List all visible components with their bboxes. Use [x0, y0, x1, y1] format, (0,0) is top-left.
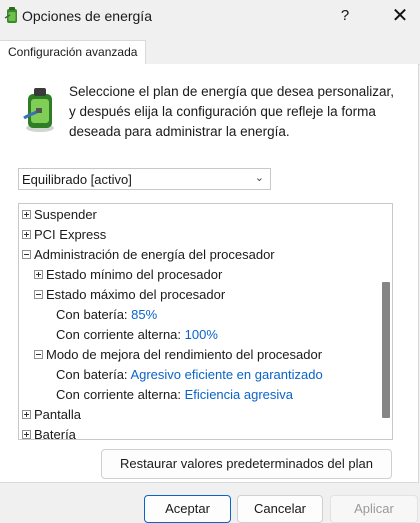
tree-item-label: Suspender	[34, 207, 97, 222]
power-plan-dropdown[interactable]: Equilibrado [activo] ⌄	[18, 168, 271, 190]
setting-value-link[interactable]: Eficiencia agresiva	[185, 387, 293, 402]
collapse-icon[interactable]	[34, 350, 43, 360]
tree-item-label: Modo de mejora del rendimiento del proce…	[46, 347, 323, 362]
tree-item-label: Estado mínimo del procesador	[46, 267, 223, 282]
tab-advanced-settings[interactable]: Configuración avanzada	[0, 40, 147, 66]
expand-icon[interactable]	[22, 430, 31, 439]
tree-item-max-state-on-battery[interactable]: Con batería: 85%	[56, 305, 157, 325]
tree-item-max-processor-state[interactable]: Estado máximo del procesador	[34, 285, 225, 305]
chevron-down-icon: ⌄	[254, 172, 264, 184]
tree-item-label: PCI Express	[34, 227, 107, 242]
tree-item-label: Administración de energía del procesador	[34, 247, 275, 262]
tree-item-performance-boost-mode[interactable]: Modo de mejora del rendimiento del proce…	[34, 345, 322, 365]
vertical-scrollbar[interactable]	[381, 205, 391, 438]
battery-plug-icon	[4, 7, 17, 23]
expand-icon[interactable]	[22, 210, 31, 220]
apply-button[interactable]: Aplicar	[330, 495, 418, 523]
power-options-dialog: Opciones de energía ? ✕ Configuración av…	[0, 0, 420, 523]
tree-item-label: Pantalla	[34, 407, 81, 422]
collapse-icon[interactable]	[22, 250, 31, 260]
expand-icon[interactable]	[22, 410, 31, 420]
tree-item-label: Con corriente alterna:	[56, 387, 182, 402]
tree-item-battery[interactable]: Batería	[22, 425, 76, 440]
restore-defaults-button[interactable]: Restaurar valores predeterminados del pl…	[101, 449, 392, 479]
setting-value-link[interactable]: Agresivo eficiente en garantizado	[130, 367, 322, 382]
tree-item-label: Con batería:	[56, 307, 128, 322]
tree-item-max-state-plugged-in[interactable]: Con corriente alterna: 100%	[56, 325, 218, 345]
tree-item-label: Batería	[34, 427, 76, 440]
collapse-icon[interactable]	[34, 290, 43, 300]
tab-strip: Configuración avanzada	[0, 40, 420, 66]
close-button[interactable]: ✕	[380, 0, 420, 32]
setting-value-link[interactable]: 85%	[131, 307, 157, 322]
settings-panel: Seleccione el plan de energía que desea …	[0, 64, 419, 483]
settings-tree[interactable]: Suspender PCI Express Administración de …	[18, 203, 393, 440]
tree-item-label: Estado máximo del procesador	[46, 287, 226, 302]
accept-button[interactable]: Aceptar	[144, 495, 231, 523]
tree-item-label: Con corriente alterna:	[56, 327, 182, 342]
tree-item-pci-express[interactable]: PCI Express	[22, 225, 106, 245]
expand-icon[interactable]	[22, 230, 31, 240]
tree-item-label: Con batería:	[56, 367, 128, 382]
battery-plug-icon	[23, 88, 54, 132]
intro-description: Seleccione el plan de energía que desea …	[69, 84, 394, 139]
title-bar: Opciones de energía ? ✕	[0, 0, 420, 32]
tree-item-processor-power-management[interactable]: Administración de energía del procesador	[22, 245, 275, 265]
scrollbar-thumb[interactable]	[382, 282, 390, 418]
tree-item-display[interactable]: Pantalla	[22, 405, 81, 425]
help-button[interactable]: ?	[328, 0, 362, 32]
cancel-button[interactable]: Cancelar	[237, 495, 323, 523]
window-title: Opciones de energía	[22, 8, 152, 24]
tree-item-boost-on-battery[interactable]: Con batería: Agresivo eficiente en garan…	[56, 365, 323, 385]
tree-item-min-processor-state[interactable]: Estado mínimo del procesador	[34, 265, 222, 285]
expand-icon[interactable]	[34, 270, 43, 280]
power-plan-selected: Equilibrado [activo]	[22, 172, 132, 187]
tree-item-suspend[interactable]: Suspender	[22, 205, 97, 225]
setting-value-link[interactable]: 100%	[185, 327, 218, 342]
tree-item-boost-plugged-in[interactable]: Con corriente alterna: Eficiencia agresi…	[56, 385, 293, 405]
